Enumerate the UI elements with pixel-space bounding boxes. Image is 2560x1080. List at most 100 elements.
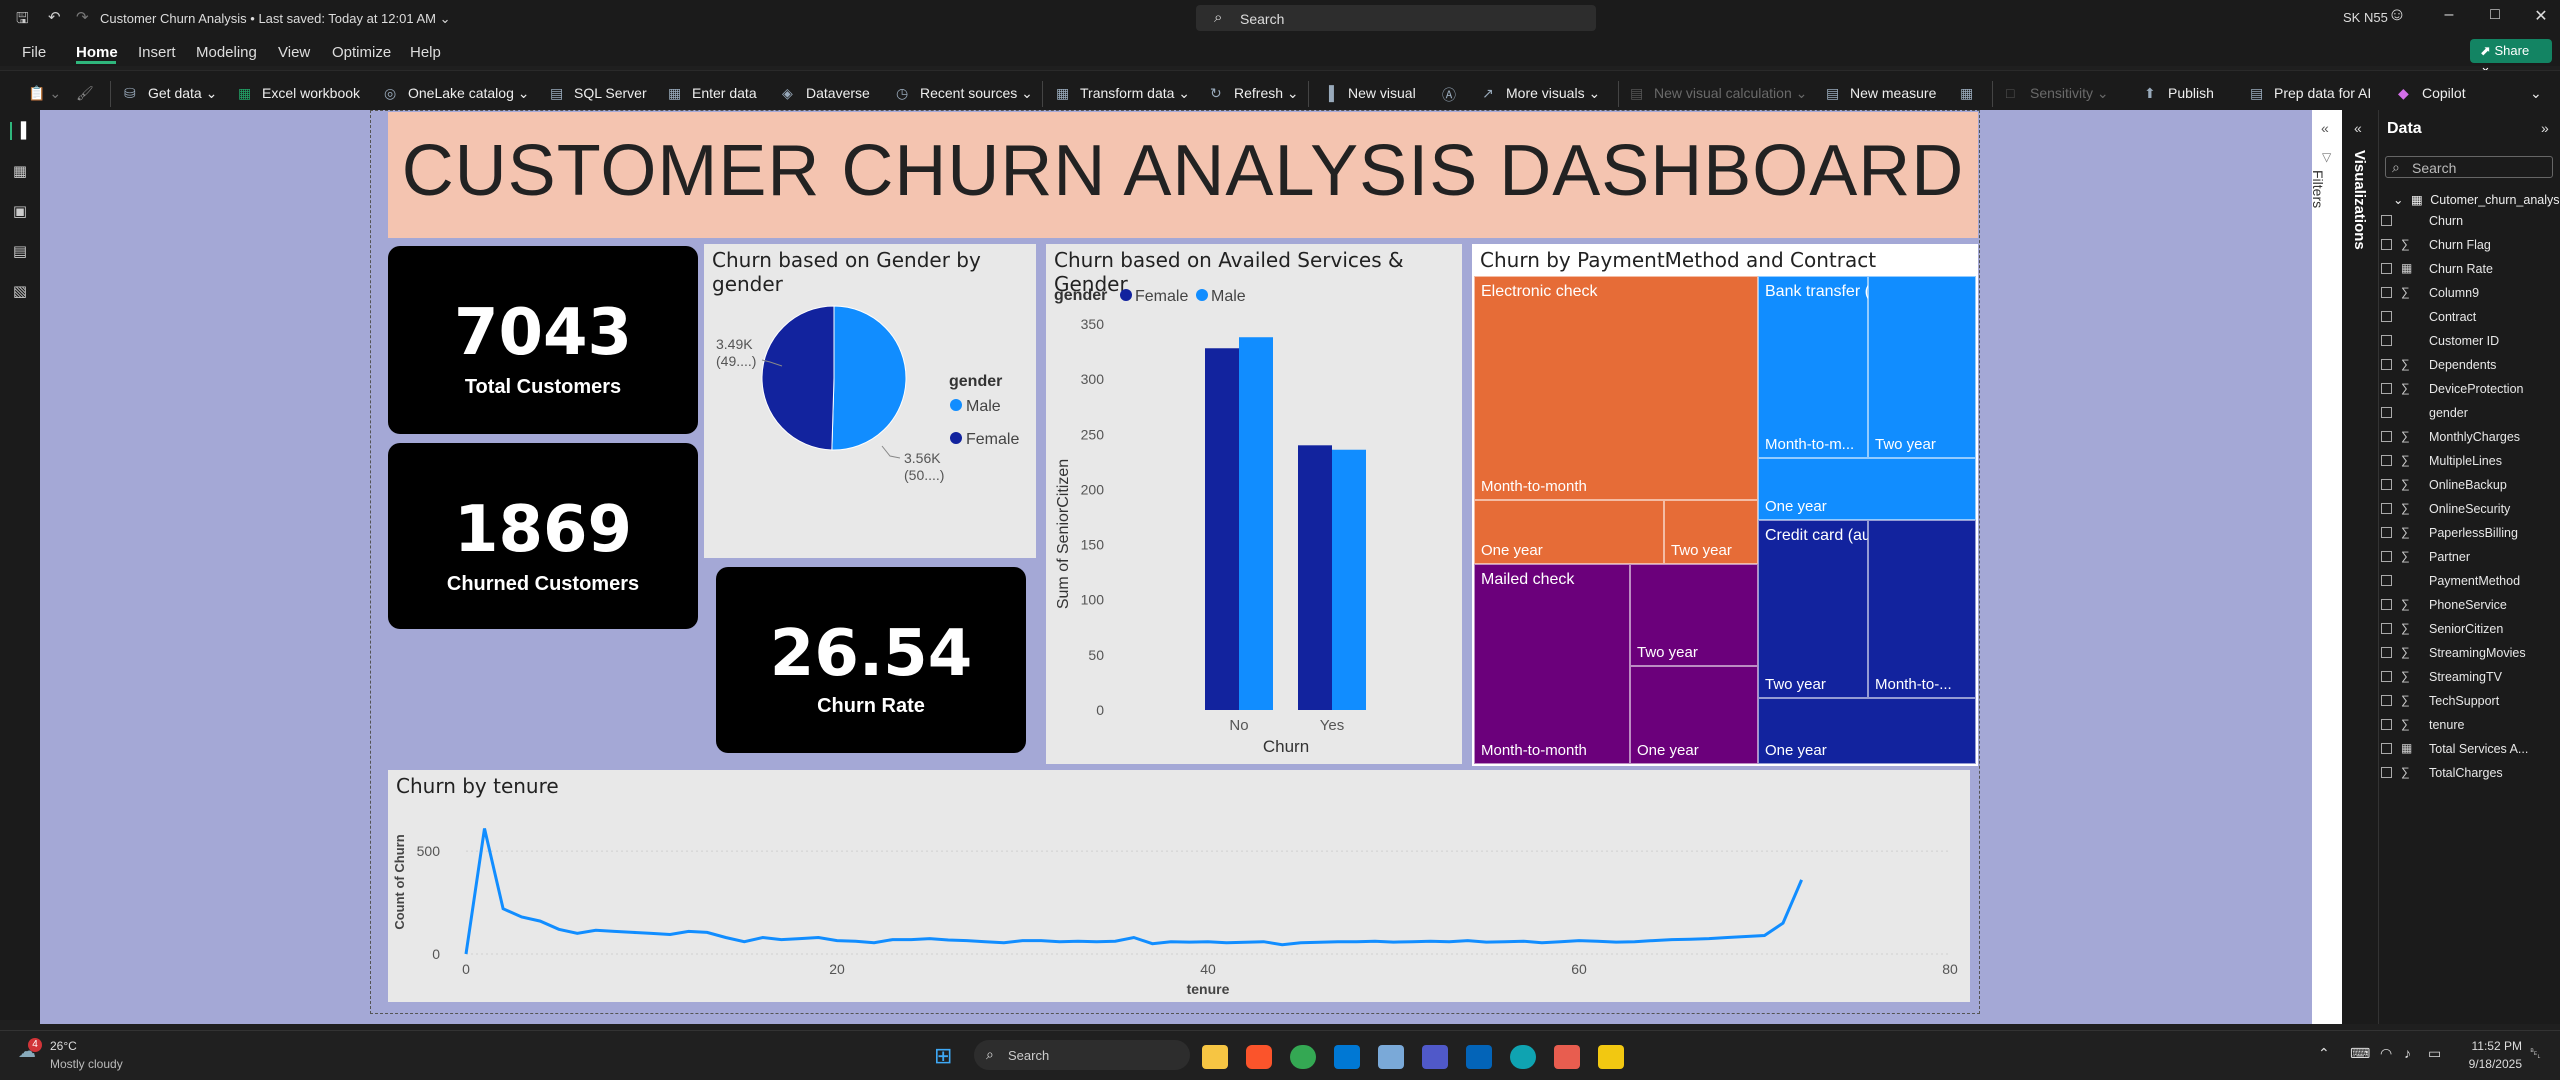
field-item[interactable]: ∑ Column9 xyxy=(2381,285,2479,300)
edge-icon[interactable] xyxy=(1510,1045,1536,1069)
churned-customers-card[interactable]: 1869 Churned Customers xyxy=(388,443,698,629)
onelake-catalog-button[interactable]: ◎ OneLake catalog ⌄ xyxy=(384,85,529,102)
field-checkbox[interactable] xyxy=(2381,599,2392,610)
field-checkbox[interactable] xyxy=(2381,575,2392,586)
search-bar[interactable]: ⌕ Search xyxy=(1196,5,1596,31)
save-icon[interactable]: 🖫 xyxy=(16,8,29,33)
gender-pie-chart[interactable]: Churn based on Gender by gender 3.49K (4… xyxy=(704,244,1036,558)
treemap-electronic-check-one-year[interactable]: One year xyxy=(1474,500,1664,564)
taskbar-search[interactable]: ⌕ Search xyxy=(974,1040,1190,1070)
menu-modeling[interactable]: Modeling xyxy=(196,44,257,61)
field-checkbox[interactable] xyxy=(2381,719,2392,730)
menu-home[interactable]: Home xyxy=(76,44,118,61)
text-box-button[interactable]: Ⓐ xyxy=(1442,85,1466,105)
visualizations-tab-label[interactable]: Visualizations xyxy=(2351,150,2368,250)
bar-yes-male[interactable] xyxy=(1332,449,1366,710)
table-view-icon[interactable]: ▦ xyxy=(10,162,30,180)
field-item[interactable]: ▦ Churn Rate xyxy=(2381,261,2493,276)
vscode-icon[interactable] xyxy=(1334,1045,1360,1069)
field-item[interactable]: ∑ MultipleLines xyxy=(2381,453,2502,468)
field-item[interactable]: ∑ Dependents xyxy=(2381,357,2496,372)
field-item[interactable]: ∑ Partner xyxy=(2381,549,2470,564)
more-visuals-button[interactable]: ↗ More visuals ⌄ xyxy=(1482,85,1600,102)
payment-contract-treemap[interactable]: Churn by PaymentMethod and Contract Elec… xyxy=(1472,244,1978,766)
field-checkbox[interactable] xyxy=(2381,743,2392,754)
get-data-button[interactable]: ⛁ Get data ⌄ xyxy=(124,85,217,102)
field-checkbox[interactable] xyxy=(2381,431,2392,442)
field-checkbox[interactable] xyxy=(2381,695,2392,706)
treemap-electronic-check-two-year[interactable]: Two year xyxy=(1664,500,1758,564)
field-checkbox[interactable] xyxy=(2381,407,2392,418)
snipping-tool-icon[interactable] xyxy=(1554,1045,1580,1069)
chevron-up-icon[interactable]: ⌃ xyxy=(2318,1045,2330,1062)
field-item[interactable]: gender xyxy=(2381,406,2468,420)
data-search-input[interactable]: ⌕ Search xyxy=(2385,156,2553,178)
churn-rate-card[interactable]: 26.54 Churn Rate xyxy=(716,567,1026,753)
maximize-icon[interactable]: □ xyxy=(2480,6,2510,24)
field-item[interactable]: ∑ tenure xyxy=(2381,717,2464,732)
excel-workbook-button[interactable]: ▦ Excel workbook xyxy=(238,85,360,102)
battery-icon[interactable]: ▭ xyxy=(2428,1045,2441,1062)
field-checkbox[interactable] xyxy=(2381,263,2392,274)
field-checkbox[interactable] xyxy=(2381,239,2392,250)
refresh-button[interactable]: ↻ Refresh ⌄ xyxy=(1210,85,1299,102)
chrome-icon[interactable] xyxy=(1290,1045,1316,1069)
treemap-mailed-check-one-year[interactable]: One year xyxy=(1630,666,1758,764)
menu-optimize[interactable]: Optimize xyxy=(332,44,391,61)
wifi-icon[interactable]: ◠ xyxy=(2380,1045,2392,1062)
dax-query-view-icon[interactable]: ▤ xyxy=(10,242,30,260)
keyboard-icon[interactable]: ⌨ xyxy=(2350,1045,2370,1062)
field-item[interactable]: ∑ Churn Flag xyxy=(2381,237,2491,252)
file-explorer-icon[interactable] xyxy=(1202,1045,1228,1069)
collapse-filters-icon[interactable]: « xyxy=(2321,120,2329,136)
format-painter-icon[interactable]: 🖌 xyxy=(76,85,94,102)
close-icon[interactable]: ✕ xyxy=(2526,6,2556,26)
field-item[interactable]: ∑ OnlineBackup xyxy=(2381,477,2507,492)
power-bi-icon[interactable] xyxy=(1598,1045,1624,1069)
field-item[interactable]: ∑ OnlineSecurity xyxy=(2381,501,2510,516)
clock-date[interactable]: 9/18/2025 xyxy=(2462,1057,2522,1071)
share-button[interactable]: ⬈ Share ⌄ xyxy=(2470,39,2552,74)
churn-tenure-line-chart[interactable]: Churn by tenure 0 500 0 20 40 60 80 tenure Cou… xyxy=(388,770,1970,1002)
teams-icon[interactable] xyxy=(1422,1045,1448,1069)
new-visual-button[interactable]: ▐ New visual xyxy=(1324,85,1416,101)
pie-slice-female[interactable] xyxy=(761,305,835,451)
data-table-node[interactable]: ⌄ ▦ Cutomer_churn_analysis xyxy=(2393,192,2560,207)
notification-bell-icon[interactable]: ␇ xyxy=(2530,1045,2541,1062)
pie-slice-male[interactable] xyxy=(831,305,907,451)
field-item[interactable]: ∑ StreamingTV xyxy=(2381,669,2502,684)
collapse-data-pane-icon[interactable]: » xyxy=(2541,120,2549,136)
treemap-credit-card-m2m[interactable]: Month-to-... xyxy=(1868,520,1976,698)
notepad-icon[interactable] xyxy=(1378,1045,1404,1069)
field-item[interactable]: PaymentMethod xyxy=(2381,574,2520,588)
field-item[interactable]: ∑ TotalCharges xyxy=(2381,765,2503,780)
expand-visualizations-icon[interactable]: « xyxy=(2354,120,2362,136)
dataverse-button[interactable]: ◈ Dataverse xyxy=(782,85,870,102)
field-checkbox[interactable] xyxy=(2381,383,2392,394)
field-checkbox[interactable] xyxy=(2381,623,2392,634)
field-checkbox[interactable] xyxy=(2381,551,2392,562)
field-item[interactable]: ▦ Total Services A... xyxy=(2381,741,2528,756)
field-item[interactable]: Contract xyxy=(2381,310,2476,324)
treemap-mailed-check-two-year[interactable]: Two year xyxy=(1630,564,1758,666)
start-icon[interactable]: ⊞ xyxy=(934,1043,952,1069)
publish-button[interactable]: ⬆ Publish xyxy=(2144,85,2214,102)
menu-view[interactable]: View xyxy=(278,44,310,61)
treemap-mailed-check-m2m[interactable]: Mailed check Month-to-month xyxy=(1474,564,1630,764)
field-checkbox[interactable] xyxy=(2381,359,2392,370)
treemap-electronic-check-m2m[interactable]: Electronic check Month-to-month xyxy=(1474,276,1758,500)
menu-help[interactable]: Help xyxy=(410,44,441,61)
document-title[interactable]: Customer Churn Analysis • Last saved: To… xyxy=(100,11,451,27)
field-item[interactable]: Churn xyxy=(2381,214,2463,228)
report-view-icon[interactable]: ▐ xyxy=(10,122,30,140)
avatar-icon[interactable]: ☺ xyxy=(2382,4,2412,25)
field-item[interactable]: ∑ DeviceProtection xyxy=(2381,381,2524,396)
treemap-bank-transfer-one-year[interactable]: One year xyxy=(1758,458,1976,520)
field-checkbox[interactable] xyxy=(2381,479,2392,490)
field-item[interactable]: ∑ PhoneService xyxy=(2381,597,2507,612)
minimize-icon[interactable]: – xyxy=(2434,6,2464,24)
field-checkbox[interactable] xyxy=(2381,311,2392,322)
enter-data-button[interactable]: ▦ Enter data xyxy=(668,85,757,102)
field-item[interactable]: ∑ SeniorCitizen xyxy=(2381,621,2503,636)
bar-legend-male[interactable]: Male xyxy=(1211,288,1246,305)
